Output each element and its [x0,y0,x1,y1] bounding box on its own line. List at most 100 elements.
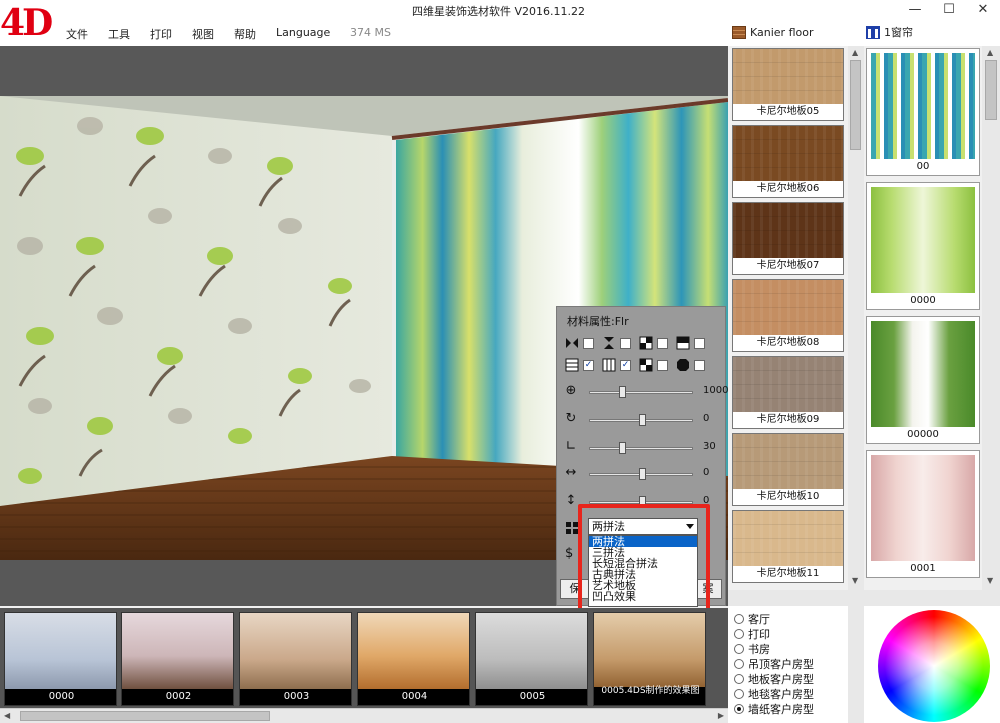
menu-view[interactable]: 视图 [192,26,214,42]
menu-file[interactable]: 文件 [66,26,88,42]
zoom-icon: ⊕ [565,383,577,398]
menu-language[interactable]: Language [276,26,330,39]
tile-split-checkbox[interactable] [694,337,705,349]
room-label: 0005 [476,689,587,705]
floor-item[interactable]: 卡尼尔地板08 [732,279,844,352]
tab-curtain[interactable]: 1窗帘 [866,23,913,41]
floor-icon [732,25,746,39]
checker-icon [639,358,653,372]
scrollbar-thumb[interactable] [850,60,861,150]
room-type-option[interactable]: 打印 [734,627,770,641]
curtain-item[interactable]: 00000 [866,316,980,444]
floor-item[interactable]: 卡尼尔地板11 [732,510,844,583]
vertical-lines-checkbox[interactable]: ✓ [620,359,631,371]
radio-button[interactable] [734,674,744,684]
floor-label: 卡尼尔地板09 [733,412,843,428]
minimize-button[interactable]: — [898,0,932,22]
radio-button[interactable] [734,614,744,624]
curtain-icon [866,25,880,39]
floor-label: 卡尼尔地板07 [733,258,843,274]
highlight-annotation [578,504,710,621]
scroll-down-icon[interactable]: ▼ [852,576,858,585]
scroll-down-icon[interactable]: ▼ [987,576,993,585]
floor-swatch [733,280,843,336]
angle-slider[interactable]: ∟ 30 [563,439,723,457]
radio-button[interactable] [734,629,744,639]
angle-value: 30 [703,441,716,452]
floor-item[interactable]: 卡尼尔地板05 [732,48,844,121]
color-wheel[interactable] [878,610,990,722]
scrollbar-thumb[interactable] [985,60,997,120]
floor-item[interactable]: 卡尼尔地板10 [732,433,844,506]
maximize-button[interactable]: ☐ [932,0,966,22]
floor-label: 卡尼尔地板10 [733,489,843,505]
rotate-value: 0 [703,413,710,424]
tab-label: 1窗帘 [884,26,913,39]
scroll-left-icon[interactable]: ◀ [4,711,10,720]
flip-vertical-icon [602,336,616,350]
right-panel-hscroll[interactable] [728,590,1000,606]
room-thumb[interactable]: 0002 [121,612,234,706]
tab-kanier-floor[interactable]: Kanier floor [732,23,814,41]
horizontal-lines-checkbox[interactable]: ✓ [583,359,594,371]
room-thumb[interactable]: 0004 [357,612,470,706]
radio-button[interactable] [734,644,744,654]
room-thumb[interactable]: 0003 [239,612,352,706]
scroll-up-icon[interactable]: ▲ [852,48,858,57]
room-type-option[interactable]: 地板客户房型 [734,672,814,686]
radio-button[interactable] [734,689,744,699]
rotate-slider[interactable]: ↻ 0 [563,411,723,429]
scrollbar-thumb[interactable] [20,711,270,721]
dollar-icon: $ [565,546,574,561]
scroll-up-icon[interactable]: ▲ [987,48,993,57]
tile-quadrant-icon [639,336,653,350]
room-strip-scrollbar[interactable]: ◀ ▶ [0,708,728,723]
room-thumb[interactable]: 0000 [4,612,117,706]
menu-help[interactable]: 帮助 [234,26,256,42]
tile-split-icon [676,336,690,350]
radio-button[interactable] [734,704,744,714]
room-type-scrollbar[interactable] [848,606,864,723]
menu-tools[interactable]: 工具 [108,26,130,42]
floor-list-scrollbar[interactable]: ▲ ▼ [848,46,864,606]
room-type-option[interactable]: 书房 [734,642,770,656]
room-type-option[interactable]: 地毯客户房型 [734,687,814,701]
room-thumb[interactable]: 0005 [475,612,588,706]
checker-checkbox[interactable] [657,359,668,371]
floor-item[interactable]: 卡尼尔地板07 [732,202,844,275]
room-label: 0003 [240,689,351,705]
zoom-slider[interactable]: ⊕ 1000 [563,383,728,401]
flip-horizontal-checkbox[interactable] [583,337,594,349]
room-type-option[interactable]: 客厅 [734,612,770,626]
flip-vertical-checkbox[interactable] [620,337,631,349]
floor-item[interactable]: 卡尼尔地板09 [732,356,844,429]
room-type-option[interactable]: 吊顶客户房型 [734,657,814,671]
radio-button[interactable] [734,659,744,669]
zoom-value: 1000 [703,385,729,396]
horizontal-shift-slider[interactable]: ↔ 0 [563,465,723,483]
room-type-option[interactable]: 墙纸客户房型 [734,702,814,716]
slider-handle[interactable] [619,442,626,454]
curtain-item[interactable]: 00 [866,48,980,176]
latency-readout: 374 MS [350,26,391,39]
color-wheel-area [864,606,1000,723]
curtain-item[interactable]: 0001 [866,450,980,578]
curtain-label: 00 [916,161,930,172]
room-thumb[interactable]: 0005.4DS制作的效果图 [593,612,706,706]
pattern-grid-icon [565,521,579,535]
tile-quadrant-checkbox[interactable] [657,337,668,349]
slider-handle[interactable] [639,468,646,480]
floor-swatch [733,511,843,567]
window-controls: — ☐ ✕ [898,0,1000,22]
curtain-list-scrollbar[interactable]: ▲ ▼ [982,46,1000,606]
floor-label: 卡尼尔地板05 [733,104,843,120]
octagon-checkbox[interactable] [694,359,705,371]
close-button[interactable]: ✕ [966,0,1000,22]
horizontal-shift-icon: ↔ [565,465,577,480]
curtain-item[interactable]: 0000 [866,182,980,310]
floor-item[interactable]: 卡尼尔地板06 [732,125,844,198]
slider-handle[interactable] [619,386,626,398]
scroll-right-icon[interactable]: ▶ [718,711,724,720]
slider-handle[interactable] [639,414,646,426]
menu-print[interactable]: 打印 [150,26,172,42]
